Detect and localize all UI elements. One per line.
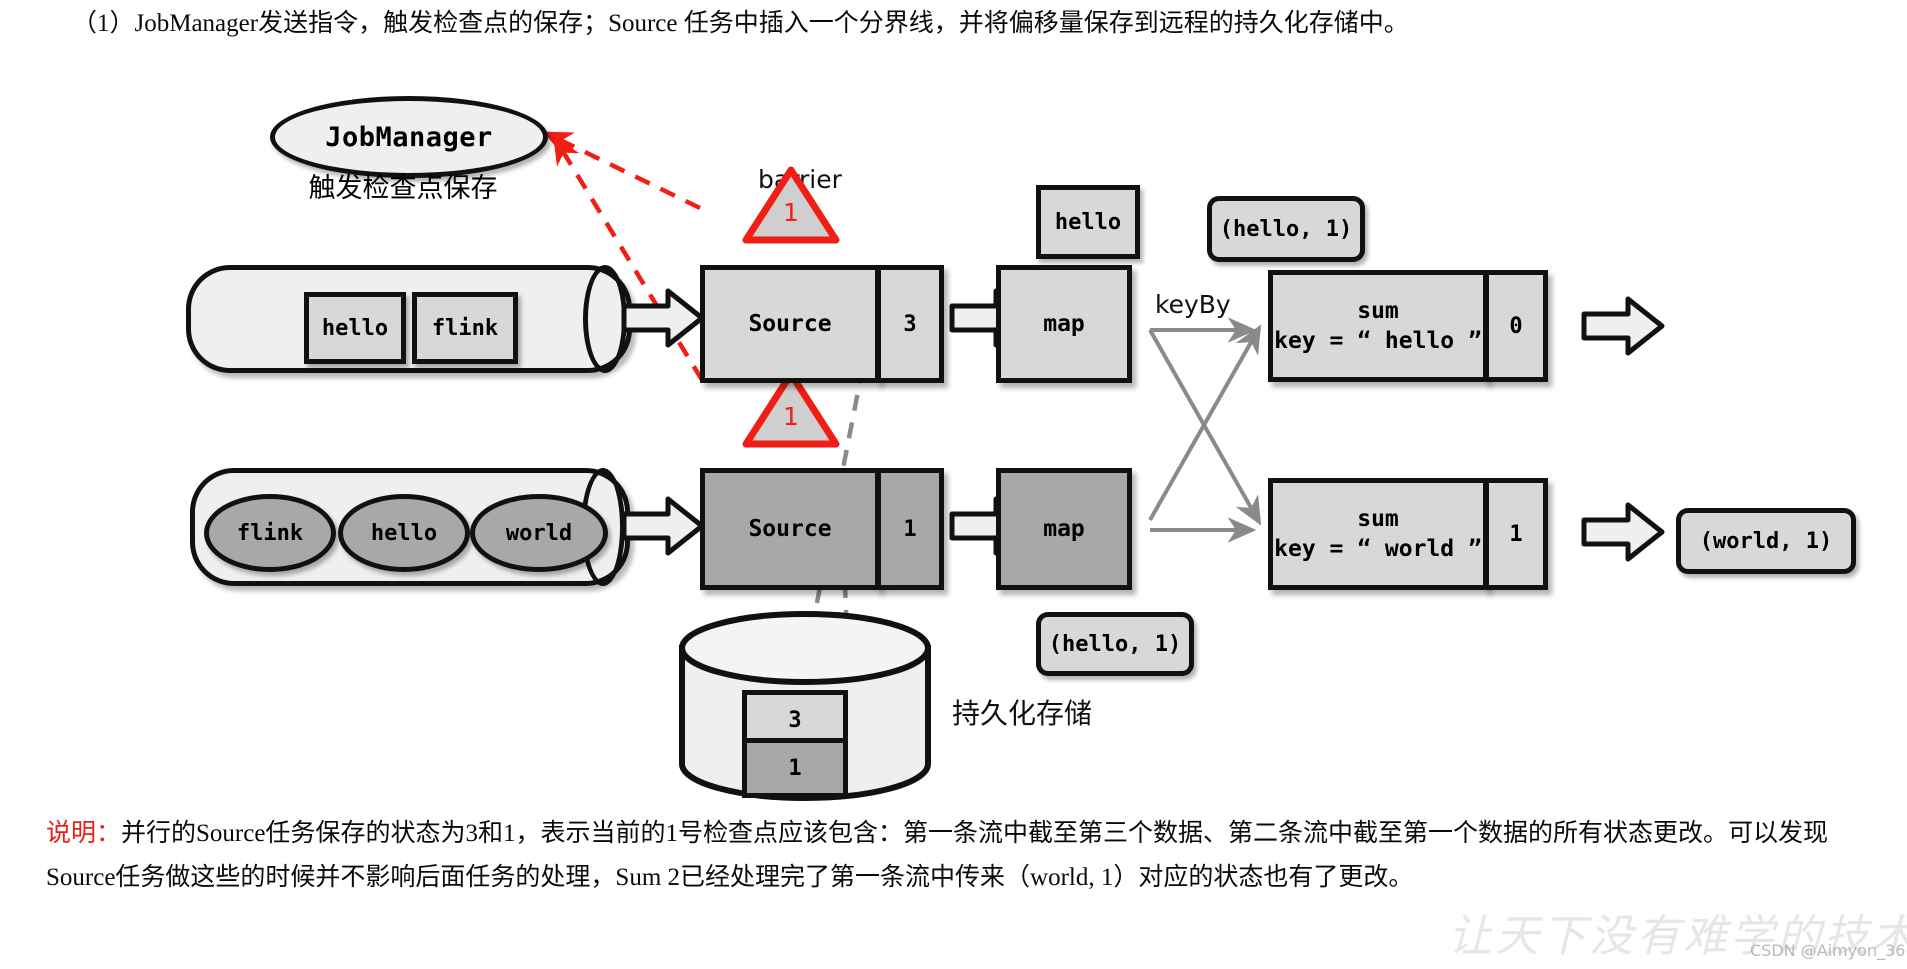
- stream2-source-label: Source: [748, 516, 832, 542]
- keyby-label: keyBy: [1155, 290, 1231, 319]
- stream1-input-pipe: [186, 265, 632, 373]
- stream1-map-label: map: [1043, 311, 1085, 337]
- storage-caption: 持久化存储: [952, 699, 1093, 730]
- stream2-arrow-sum-output: [1581, 502, 1665, 567]
- storage-saved-state-0-value: 3: [788, 707, 802, 733]
- stream1-arrow-sum-output: [1581, 296, 1665, 361]
- stream1-sum-state: 0: [1484, 270, 1548, 382]
- stream2-token-1-label: hello: [370, 520, 438, 546]
- stream1-map-node[interactable]: map: [996, 265, 1132, 383]
- stream1-output-record: (hello, 1): [1207, 196, 1365, 262]
- note-paragraph: 说明：并行的Source任务保存的状态为3和1，表示当前的1号检查点应该包含：第…: [46, 812, 1876, 900]
- stream1-arrow-pipe-to-source: [621, 288, 705, 353]
- stream1-source-state-value: 3: [903, 311, 917, 337]
- stream1-output-record-label: (hello, 1): [1219, 216, 1353, 242]
- stream1-pipe-cap: [583, 265, 627, 373]
- stream2-map-node[interactable]: map: [996, 468, 1132, 590]
- stream2-arrow-pipe-to-source: [621, 496, 705, 561]
- stream1-sum-state-value: 0: [1509, 313, 1523, 339]
- storage-saved-state-1-value: 1: [788, 755, 802, 781]
- stream2-source-state-value: 1: [903, 516, 917, 542]
- stream2-sum-node[interactable]: sum key = “ world ”: [1268, 478, 1488, 590]
- stream2-source-node[interactable]: Source: [700, 468, 880, 590]
- stream1-sum-title: sum: [1357, 297, 1399, 324]
- stream1-sum-node[interactable]: sum key = “ hello ”: [1268, 270, 1488, 382]
- barrier-triangle-stream1-value: 1: [783, 198, 799, 227]
- stream2-token-0-label: flink: [236, 520, 304, 546]
- stream1-token-1: flink: [412, 292, 518, 364]
- barrier-triangle-stream1[interactable]: 1: [742, 166, 840, 246]
- stream2-sum-state: 1: [1484, 478, 1548, 590]
- stream2-sum-state-value: 1: [1509, 521, 1523, 547]
- stream2-output-record: (world, 1): [1676, 508, 1856, 574]
- stream1-emitted-token-label: hello: [1054, 209, 1122, 235]
- jobmanager-label: JobManager: [325, 121, 493, 153]
- note-body: 并行的Source任务保存的状态为3和1，表示当前的1号检查点应该包含：第一条流…: [46, 820, 1828, 891]
- stream1-source-label: Source: [748, 311, 832, 337]
- stream2-sum-title: sum: [1357, 505, 1399, 532]
- stream2-emitted-record: (hello, 1): [1036, 612, 1194, 676]
- intro-paragraph: （1）JobManager发送指令，触发检查点的保存；Source 任务中插入一…: [72, 10, 1409, 37]
- keyby-cross-arrow-up: [1148, 324, 1262, 521]
- stream2-token-2: world: [470, 494, 608, 572]
- stream1-sum-key: key = “ hello ”: [1274, 328, 1482, 354]
- stream1-token-0: hello: [304, 292, 406, 364]
- stream1-token-1-label: flink: [431, 315, 499, 341]
- stream1-source-node[interactable]: Source: [700, 265, 880, 383]
- credit-text: CSDN @Aimyon_36: [1750, 941, 1906, 960]
- stream1-source-state: 3: [876, 265, 944, 383]
- jobmanager-to-barrier1-arrow: [543, 131, 701, 211]
- stream2-output-record-label: (world, 1): [1699, 528, 1833, 554]
- stream2-token-2-label: world: [505, 520, 573, 546]
- keyby-cross-arrow-down: [1148, 329, 1262, 526]
- stream2-emitted-record-label: (hello, 1): [1048, 631, 1182, 657]
- stream1-token-0-label: hello: [321, 315, 389, 341]
- barrier-triangle-stream2-value: 1: [783, 402, 799, 431]
- stream2-token-0: flink: [204, 494, 336, 572]
- stream2-token-1: hello: [338, 494, 470, 572]
- stream1-emitted-token: hello: [1036, 185, 1140, 259]
- jobmanager-caption: 触发检查点保存: [308, 173, 498, 203]
- note-label: 说明：: [46, 820, 122, 847]
- stream2-source-state: 1: [876, 468, 944, 590]
- stream2-map-label: map: [1043, 516, 1085, 542]
- storage-saved-state-1: 1: [742, 738, 848, 798]
- stream2-sum-key: key = “ world ”: [1274, 536, 1482, 562]
